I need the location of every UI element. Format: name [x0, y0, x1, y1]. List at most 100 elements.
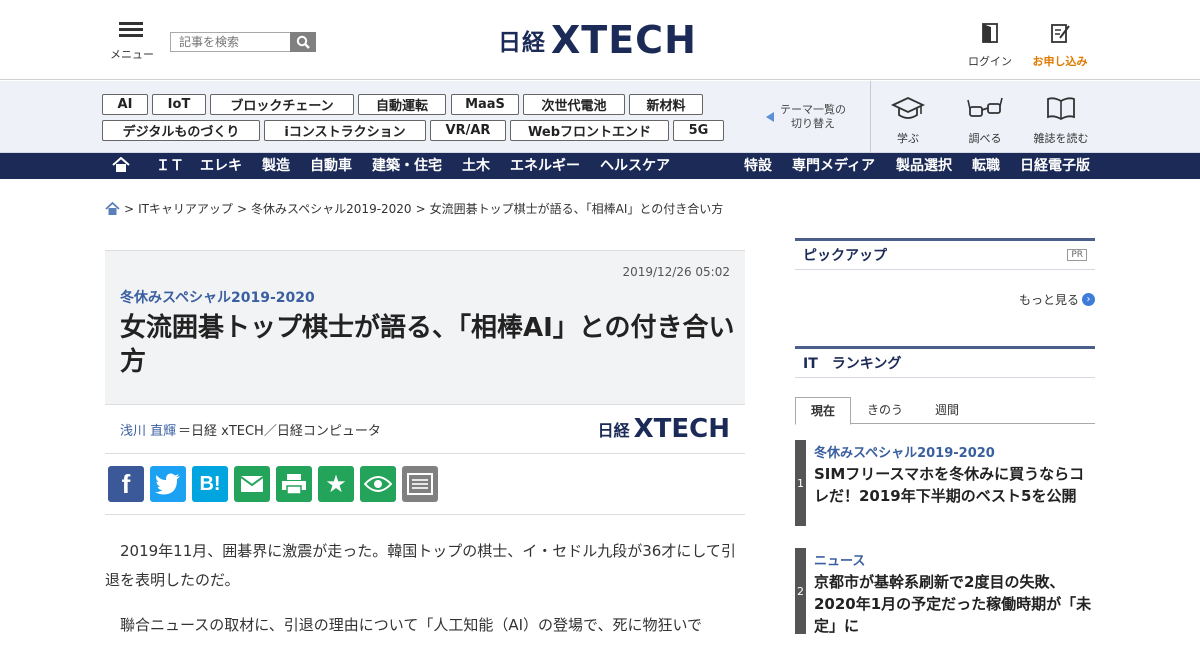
tag-5g[interactable]: 5G — [673, 120, 724, 141]
tab-weekly[interactable]: 週間 — [919, 397, 975, 424]
article-logo: 日経 XTECH — [598, 415, 730, 443]
mail-share-button[interactable] — [234, 466, 270, 502]
facebook-icon: f — [121, 468, 131, 499]
read-magazine-button[interactable]: 雑誌を読む — [1031, 95, 1091, 146]
site-logo[interactable]: 日経 XTECH — [498, 20, 697, 60]
memo-button[interactable] — [402, 466, 438, 502]
apply-label: お申し込み — [1032, 55, 1088, 68]
nav-manufacturing[interactable]: 製造 — [262, 153, 290, 179]
more-link[interactable]: もっと見る › — [1019, 291, 1095, 308]
login-label: ログイン — [968, 55, 1012, 68]
tab-now[interactable]: 現在 — [795, 397, 851, 425]
tag-autonomous-driving[interactable]: 自動運転 — [358, 94, 446, 115]
tag-digital-manufacturing[interactable]: デジタルものづくり — [102, 120, 260, 141]
star-icon: ★ — [325, 470, 347, 498]
breadcrumb-it-career[interactable]: ITキャリアアップ — [138, 200, 233, 217]
mail-icon — [240, 476, 264, 492]
tag-web-frontend[interactable]: Webフロントエンド — [510, 120, 669, 141]
bookmark-button[interactable]: ★ — [318, 466, 354, 502]
tag-i-construction[interactable]: iコンストラクション — [264, 120, 426, 141]
learn-button[interactable]: 学ぶ — [888, 95, 928, 146]
nav-nikkei-digital[interactable]: 日経電子版 — [1020, 153, 1090, 179]
tag-ai[interactable]: AI — [102, 94, 148, 115]
ranking-header: IT ランキング — [795, 346, 1095, 378]
hatena-bookmark-button[interactable]: B! — [192, 466, 228, 502]
ranking-item[interactable]: 2 ニュース 京都市が基幹系刷新で2度目の失敗、2020年1月の予定だった稼働時… — [795, 548, 1095, 635]
ranking-section: IT ランキング — [795, 346, 1095, 378]
facebook-share-button[interactable]: f — [108, 466, 144, 502]
share-buttons: f B! ★ — [108, 466, 438, 502]
memo-icon — [407, 473, 433, 495]
paragraph: 聯合ニュースの取材に、引退の理由について「人工知能（AI）の登場で、死に物狂いで — [120, 616, 702, 634]
divider — [105, 514, 745, 515]
home-icon — [105, 201, 120, 215]
nav-jobs[interactable]: 転職 — [972, 153, 1000, 179]
theme-switch-line1: テーマ一覧の — [780, 103, 846, 116]
nav-energy[interactable]: エネルギー — [510, 153, 580, 179]
search-icon — [296, 35, 310, 49]
home-icon — [112, 156, 130, 172]
menu-button[interactable]: メニュー — [110, 22, 154, 62]
door-icon — [982, 23, 998, 43]
nav-product-selection[interactable]: 製品選択 — [896, 153, 952, 179]
twitter-share-button[interactable] — [150, 466, 186, 502]
nav-architecture[interactable]: 建築・住宅 — [372, 153, 442, 179]
theme-switch-button[interactable]: テーマ一覧の 切り替え — [766, 103, 846, 131]
nav-automotive[interactable]: 自動車 — [310, 153, 352, 179]
ranking-title: IT ランキング — [803, 356, 902, 372]
theme-switch-text: テーマ一覧の 切り替え — [780, 103, 846, 131]
tag-maas[interactable]: MaaS — [451, 94, 519, 115]
search-input[interactable] — [170, 32, 290, 52]
rank-category: 冬休みスペシャル2019-2020 — [814, 446, 995, 461]
pr-badge: PR — [1067, 249, 1087, 261]
tab-yesterday[interactable]: きのう — [857, 397, 913, 424]
pickup-title: ピックアップ — [803, 248, 887, 264]
apply-button[interactable]: お申し込み — [1028, 22, 1092, 69]
article-body: 2019年11月、囲碁界に激震が走った。韓国トップの棋士、イ・セドル九段が36才… — [105, 537, 745, 656]
nav-electronics[interactable]: エレキ — [200, 153, 242, 179]
author-bar: 浅川 直輝 ＝日経 xTECH／日経コンピュータ 日経 XTECH — [105, 404, 745, 454]
print-icon — [282, 474, 306, 495]
nav-civil-engineering[interactable]: 土木 — [462, 153, 490, 179]
logo-jp: 日経 — [498, 30, 546, 56]
tag-next-gen-battery[interactable]: 次世代電池 — [523, 94, 625, 115]
breadcrumb: > ITキャリアアップ > 冬休みスペシャル2019-2020 > 女流囲碁トッ… — [105, 200, 723, 217]
ranking-item[interactable]: 1 冬休みスペシャル2019-2020 SIMフリースマホを冬休みに買うならコレ… — [795, 440, 1095, 526]
theme-switch-line2: 切り替え — [791, 117, 835, 130]
nav-home[interactable] — [112, 153, 130, 179]
more-label: もっと見る — [1018, 293, 1079, 307]
breadcrumb-sep: > — [415, 201, 426, 216]
article-date: 2019/12/26 05:02 — [622, 265, 730, 279]
breadcrumb-current: 女流囲碁トップ棋士が語る、「相棒AI」との付き合い方 — [429, 202, 724, 216]
nav-special[interactable]: 特設 — [744, 153, 772, 179]
author-name[interactable]: 浅川 直輝 — [120, 420, 176, 439]
divider — [870, 81, 871, 153]
watch-button[interactable] — [360, 466, 396, 502]
read-magazine-label: 雑誌を読む — [1033, 132, 1089, 145]
pencil-note-icon — [1051, 24, 1070, 43]
triangle-left-icon — [766, 112, 774, 122]
eye-icon — [364, 476, 392, 492]
tag-new-materials[interactable]: 新材料 — [629, 94, 703, 115]
hamburger-icon — [119, 22, 143, 38]
tag-iot[interactable]: IoT — [152, 94, 206, 115]
article-series[interactable]: 冬休みスペシャル2019-2020 — [120, 287, 315, 307]
print-button[interactable] — [276, 466, 312, 502]
tag-blockchain[interactable]: ブロックチェーン — [210, 94, 354, 115]
pickup-header: ピックアップ PR — [795, 238, 1095, 270]
ranking-tabs: 現在 きのう 週間 — [795, 397, 1095, 425]
rank-title: 京都市が基幹系刷新で2度目の失敗、2020年1月の予定だった稼働時期が「未定」に — [814, 573, 1092, 635]
nav-media[interactable]: 専門メディア — [792, 153, 875, 179]
rank-category: ニュース — [814, 554, 866, 569]
nav-it[interactable]: ＩＴ — [156, 153, 184, 179]
login-button[interactable]: ログイン — [968, 22, 1012, 69]
search-button[interactable] — [290, 32, 316, 52]
tag-vr-ar[interactable]: VR/AR — [430, 120, 506, 141]
logo-jp: 日経 — [597, 421, 630, 440]
graduation-cap-icon — [890, 97, 926, 119]
glasses-icon — [967, 97, 1003, 117]
nav-healthcare[interactable]: ヘルスケア — [600, 153, 670, 179]
pickup-section: ピックアップ PR もっと見る › — [795, 238, 1095, 307]
breadcrumb-winter-special[interactable]: 冬休みスペシャル2019-2020 — [251, 200, 412, 217]
research-button[interactable]: 調べる — [962, 95, 1008, 146]
